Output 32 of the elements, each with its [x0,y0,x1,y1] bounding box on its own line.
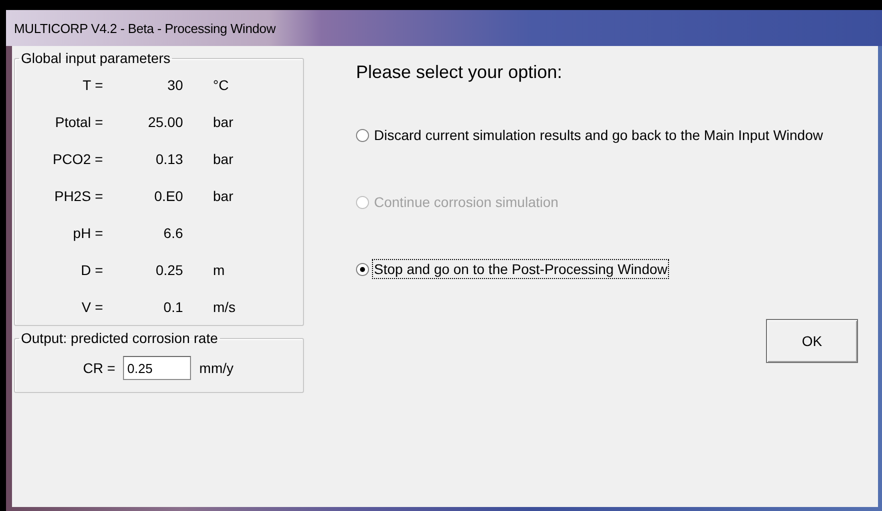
window-title: MULTICORP V4.2 - Beta - Processing Window [14,20,276,36]
group-title: Global input parameters [20,50,172,66]
radio-button[interactable] [356,128,369,142]
parameter-value: 0.1 [162,298,183,314]
option-label[interactable]: Discard current simulation results and go back to the Main Input Window [373,126,824,144]
option-label[interactable]: Stop and go on to the Post-Processing Window [373,260,668,278]
parameter-value: 30 [166,76,183,92]
parameter-label: D = [80,262,103,278]
prompt-heading: Please select your option: [356,62,564,83]
output-label: CR = [83,360,116,376]
output-unit: mm/y [199,360,234,376]
parameter-value: 0.E0 [153,188,183,204]
corrosion-rate-field[interactable]: 0.25 [123,356,192,380]
parameter-label: V = [80,298,103,314]
parameter-value: 25.00 [146,114,183,130]
parameter-label: PCO2 = [52,150,103,166]
parameter-label: Ptotal = [54,114,103,130]
parameter-unit: m [212,262,226,278]
parameter-label: PH2S = [53,188,103,204]
parameter-unit: bar [212,114,234,130]
ok-button[interactable]: OK [766,319,858,363]
parameter-label: T = [82,76,103,92]
parameter-value: 0.13 [154,150,183,166]
group-title: Output: predicted corrosion rate [20,330,219,346]
parameter-unit: bar [212,188,234,204]
parameter-unit: °C [212,76,230,92]
parameter-value: 0.25 [154,262,183,278]
parameter-label: pH = [72,224,103,240]
parameter-unit: m/s [212,298,237,314]
parameter-unit: bar [212,150,234,166]
parameter-value: 6.6 [162,224,183,240]
radio-button[interactable] [356,262,369,276]
